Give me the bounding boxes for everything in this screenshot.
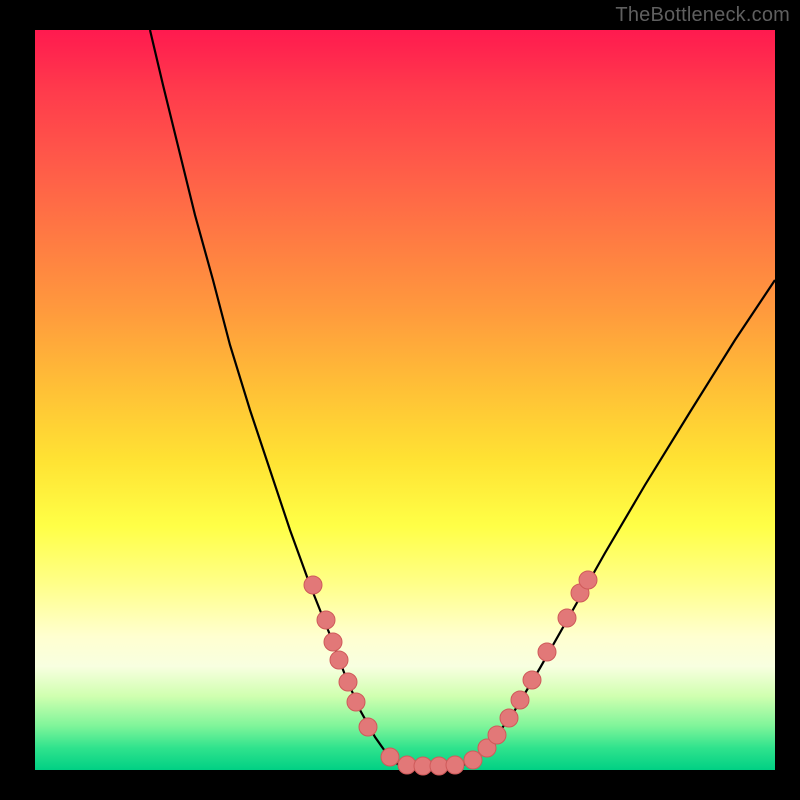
- highlight-dot: [500, 709, 518, 727]
- highlight-dot: [523, 671, 541, 689]
- highlight-dot: [488, 726, 506, 744]
- highlight-dot: [464, 751, 482, 769]
- highlight-dot: [339, 673, 357, 691]
- highlight-dot: [430, 757, 448, 775]
- highlight-dot: [317, 611, 335, 629]
- highlight-dot: [381, 748, 399, 766]
- highlight-dot: [446, 756, 464, 774]
- highlight-dot: [330, 651, 348, 669]
- highlight-dot: [511, 691, 529, 709]
- highlight-dot: [558, 609, 576, 627]
- highlight-dot: [538, 643, 556, 661]
- chart-frame: TheBottleneck.com: [0, 0, 800, 800]
- curve-right-branch: [467, 280, 775, 764]
- curve-layer: [35, 30, 775, 770]
- highlight-dot: [304, 576, 322, 594]
- highlight-dot: [579, 571, 597, 589]
- highlight-dots: [304, 571, 597, 775]
- highlight-dot: [347, 693, 365, 711]
- highlight-dot: [324, 633, 342, 651]
- curve-left-branch: [150, 30, 397, 764]
- highlight-dot: [398, 756, 416, 774]
- watermark-text: TheBottleneck.com: [615, 4, 790, 27]
- plot-area: [35, 30, 775, 770]
- highlight-dot: [414, 757, 432, 775]
- highlight-dot: [359, 718, 377, 736]
